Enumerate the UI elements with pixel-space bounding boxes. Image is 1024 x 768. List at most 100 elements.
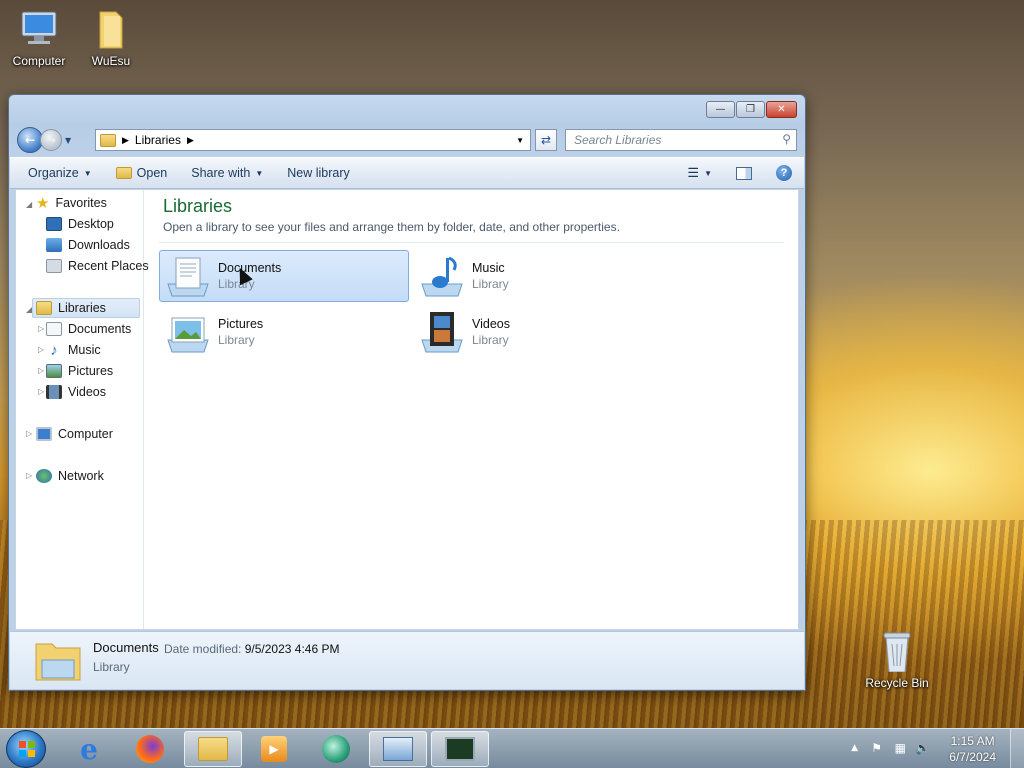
minimize-button[interactable]: — <box>706 101 735 118</box>
show-desktop-button[interactable] <box>1010 729 1024 768</box>
videos-library-icon <box>418 310 466 354</box>
library-videos[interactable]: Videos Library <box>413 306 663 358</box>
taskbar-control-panel[interactable] <box>369 731 427 767</box>
collapsed-arrow-icon[interactable]: ▷ <box>38 366 44 375</box>
nav-libraries-label: Libraries <box>58 301 106 315</box>
pictures-icon <box>46 364 62 378</box>
nav-desktop[interactable]: Desktop <box>46 214 114 234</box>
desktop-icon-recycle-bin[interactable]: Recycle Bin <box>862 630 932 690</box>
close-icon: ✕ <box>777 104 786 115</box>
nav-pictures-label: Pictures <box>68 364 114 378</box>
libraries-icon <box>36 301 52 315</box>
search-icon[interactable]: ⚲ <box>782 132 791 146</box>
media-player-icon: ▶ <box>261 736 287 762</box>
change-view-button[interactable]: ☰ ▼ <box>675 165 724 181</box>
preview-pane-button[interactable] <box>724 166 764 180</box>
navigation-pane: ◢ ★ Favorites Desktop Downloads Recent P… <box>16 190 149 629</box>
address-dropdown-icon[interactable]: ▼ <box>516 136 524 145</box>
downloads-icon <box>46 238 62 252</box>
breadcrumb-separator-icon: ▶ <box>122 134 129 145</box>
taskbar-firefox[interactable] <box>121 731 179 767</box>
collapsed-arrow-icon[interactable]: ▷ <box>26 471 32 480</box>
maximize-button[interactable]: ❐ <box>736 101 765 118</box>
firefox-icon <box>136 735 164 763</box>
nav-libraries[interactable]: Libraries <box>32 298 140 318</box>
nav-downloads-label: Downloads <box>68 238 130 252</box>
address-bar[interactable]: ▶ Libraries ▶ ▼ <box>95 129 531 151</box>
action-center-flag-icon[interactable]: ⚑ <box>871 741 882 755</box>
desktop-icon-folder[interactable]: WuEsu <box>76 8 146 68</box>
collapsed-arrow-icon[interactable]: ▷ <box>38 387 44 396</box>
nav-favorites[interactable]: ★ Favorites <box>36 193 107 213</box>
network-tray-icon[interactable]: ▦ <box>895 741 906 755</box>
taskbar-media-player[interactable]: ▶ <box>245 731 303 767</box>
taskbar-windows-explorer[interactable] <box>184 731 242 767</box>
content-area: ◢ ★ Favorites Desktop Downloads Recent P… <box>15 189 799 630</box>
help-icon: ? <box>776 165 792 181</box>
breadcrumb-chevron-icon[interactable]: ▶ <box>187 135 194 146</box>
volume-muted-icon[interactable]: 🔈 <box>915 741 930 755</box>
refresh-button[interactable]: ⇄ <box>535 129 557 151</box>
internet-explorer-icon: e <box>80 732 98 766</box>
taskbar-task-manager[interactable] <box>431 731 489 767</box>
divider <box>159 242 784 243</box>
library-name: Pictures <box>218 317 264 331</box>
page-title: Libraries <box>163 196 233 216</box>
organize-button[interactable]: Organize ▼ <box>10 166 104 180</box>
computer-icon <box>16 8 62 50</box>
restore-icon: ❐ <box>746 104 755 115</box>
pictures-library-icon <box>164 310 212 354</box>
library-type: Library <box>472 333 509 347</box>
search-input[interactable]: Search Libraries ⚲ <box>565 129 797 151</box>
videos-icon <box>46 385 62 399</box>
documents-icon <box>46 322 62 336</box>
recent-pages-dropdown-icon[interactable]: ▼ <box>65 136 71 145</box>
library-pictures[interactable]: Pictures Library <box>159 306 409 358</box>
new-library-button[interactable]: New library <box>275 166 362 180</box>
library-music[interactable]: Music Library <box>413 250 663 302</box>
nav-network[interactable]: Network <box>36 466 104 486</box>
nav-downloads[interactable]: Downloads <box>46 235 130 255</box>
libraries-small-icon <box>100 133 116 147</box>
explorer-window: — ❐ ✕ ← → ▼ ▶ Libraries ▶ ▼ ⇄ Search Lib… <box>8 94 806 691</box>
nav-computer[interactable]: Computer <box>36 424 113 444</box>
library-view: Libraries Open a library to see your fil… <box>145 190 798 629</box>
minimize-icon: — <box>715 104 726 115</box>
navigation-bar: ← → ▼ ▶ Libraries ▶ ▼ ⇄ Search Libraries… <box>17 127 797 153</box>
nav-videos[interactable]: Videos <box>46 382 106 402</box>
taskbar-app-globe[interactable] <box>307 731 365 767</box>
nav-music[interactable]: ♪ Music <box>46 340 100 360</box>
help-button[interactable]: ? <box>764 165 804 181</box>
collapsed-arrow-icon[interactable]: ▷ <box>26 429 32 438</box>
show-hidden-icons-button[interactable]: ▲ <box>851 743 858 753</box>
forward-button[interactable]: → <box>40 129 62 151</box>
task-manager-icon <box>445 737 475 761</box>
windows-explorer-icon <box>198 737 228 761</box>
details-modified-label: Date modified: <box>164 642 242 656</box>
nav-pictures[interactable]: Pictures <box>46 361 113 381</box>
expand-arrow-icon[interactable]: ◢ <box>26 200 32 209</box>
breadcrumb-libraries[interactable]: Libraries <box>135 133 181 147</box>
start-button[interactable] <box>6 730 46 768</box>
control-panel-icon <box>383 737 413 761</box>
library-documents[interactable]: Documents Library <box>159 250 409 302</box>
system-clock[interactable]: 1:15 AM 6/7/2024 <box>949 733 996 765</box>
share-with-button[interactable]: Share with ▼ <box>179 166 275 180</box>
nav-documents[interactable]: Documents <box>46 319 131 339</box>
collapsed-arrow-icon[interactable]: ▷ <box>38 345 44 354</box>
chevron-down-icon: ▼ <box>83 168 92 178</box>
desktop-icon-label: Computer <box>12 54 66 68</box>
taskbar-internet-explorer[interactable]: e <box>60 731 118 767</box>
open-button[interactable]: Open <box>104 166 180 180</box>
preview-pane-icon <box>736 166 752 180</box>
star-icon: ★ <box>36 195 50 212</box>
desktop-icon-computer[interactable]: Computer <box>4 8 74 68</box>
nav-computer-label: Computer <box>58 427 113 441</box>
taskbar: e ▶ ▲ ⚑ ▦ 🔈 1:15 AM 6/7/2024 <box>0 728 1024 768</box>
collapsed-arrow-icon[interactable]: ▷ <box>38 324 44 333</box>
nav-recent-places[interactable]: Recent Places <box>46 256 149 276</box>
open-folder-icon <box>115 167 132 179</box>
search-placeholder: Search Libraries <box>574 133 662 147</box>
details-pane: Documents Date modified: 9/5/2023 4:46 P… <box>10 631 804 689</box>
close-button[interactable]: ✕ <box>766 101 797 118</box>
